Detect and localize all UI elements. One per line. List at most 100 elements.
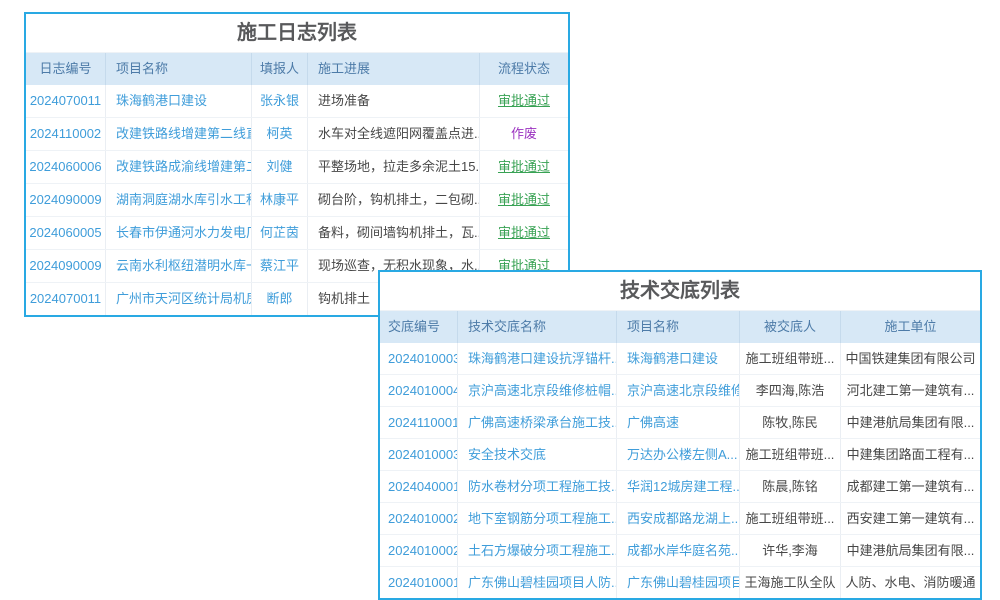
column-header: 技术交底名称: [458, 311, 617, 343]
table-cell[interactable]: 珠海鹤港口建设抗浮锚杆...: [458, 343, 617, 374]
table-row: 2024010001广东佛山碧桂园项目人防...广东佛山碧桂园项目王海施工队全队…: [380, 567, 980, 598]
table-cell[interactable]: 断郎: [252, 283, 308, 315]
table-cell[interactable]: 广东佛山碧桂园项目: [617, 567, 740, 598]
table-cell: 李四海,陈浩: [740, 375, 841, 406]
table-cell[interactable]: 防水卷材分项工程施工技...: [458, 471, 617, 502]
column-header: 项目名称: [106, 53, 252, 85]
table-row: 2024010003安全技术交底万达办公楼左侧A...施工班组带班...中建集团…: [380, 439, 980, 471]
table-cell[interactable]: 云南水利枢纽潜明水库一...: [106, 250, 252, 282]
table-title: 施工日志列表: [26, 14, 568, 53]
table-cell: 中建集团路面工程有...: [841, 439, 980, 470]
table-cell[interactable]: 成都水岸华庭名苑...: [617, 535, 740, 566]
table-cell[interactable]: 蔡江平: [252, 250, 308, 282]
column-header: 交底编号: [380, 311, 458, 343]
table-cell[interactable]: 2024070011: [26, 283, 106, 315]
table-cell[interactable]: 何芷茵: [252, 217, 308, 249]
column-header: 施工单位: [841, 311, 980, 343]
table-cell[interactable]: 珠海鹤港口建设: [106, 85, 252, 117]
status-badge: 作废: [480, 118, 568, 150]
table-cell[interactable]: 2024010001: [380, 567, 458, 598]
status-badge[interactable]: 审批通过: [480, 217, 568, 249]
table-cell: 西安建工第一建筑有...: [841, 503, 980, 534]
table-cell: 许华,李海: [740, 535, 841, 566]
table-row: 2024010002地下室钢筋分项工程施工...西安成都路龙湖上...施工班组带…: [380, 503, 980, 535]
table-cell: 进场准备: [308, 85, 480, 117]
table-cell[interactable]: 2024060005: [26, 217, 106, 249]
table-cell[interactable]: 华润12城房建工程...: [617, 471, 740, 502]
table-row: 2024110001广佛高速桥梁承台施工技...广佛高速陈牧,陈民中建港航局集团…: [380, 407, 980, 439]
table-cell: 成都建工第一建筑有...: [841, 471, 980, 502]
table-cell[interactable]: 长春市伊通河水力发电厂...: [106, 217, 252, 249]
column-header: 施工进展: [308, 53, 480, 85]
table-cell[interactable]: 广佛高速桥梁承台施工技...: [458, 407, 617, 438]
table-cell[interactable]: 2024090009: [26, 250, 106, 282]
table-cell: 人防、水电、消防暖通: [841, 567, 980, 598]
table-cell[interactable]: 珠海鹤港口建设: [617, 343, 740, 374]
table-cell[interactable]: 广东佛山碧桂园项目人防...: [458, 567, 617, 598]
table-cell[interactable]: 地下室钢筋分项工程施工...: [458, 503, 617, 534]
table-title: 技术交底列表: [380, 272, 980, 311]
table-cell[interactable]: 广州市天河区统计局机房...: [106, 283, 252, 315]
table-cell[interactable]: 2024010002: [380, 535, 458, 566]
table-cell[interactable]: 2024010003: [380, 343, 458, 374]
table-row: 2024060006改建铁路成渝线增建第二...刘健平整场地，拉走多余泥土15.…: [26, 151, 568, 184]
table-cell[interactable]: 湖南洞庭湖水库引水工程...: [106, 184, 252, 216]
table-cell: 施工班组带班...: [740, 439, 841, 470]
table-row: 2024110002改建铁路线增建第二线直...柯英水车对全线遮阳网覆盖点进..…: [26, 118, 568, 151]
column-header: 日志编号: [26, 53, 106, 85]
table-cell: 王海施工队全队: [740, 567, 841, 598]
table-cell[interactable]: 土石方爆破分项工程施工...: [458, 535, 617, 566]
table-cell: 水车对全线遮阳网覆盖点进...: [308, 118, 480, 150]
table-cell[interactable]: 2024010003: [380, 439, 458, 470]
table-header-row: 交底编号技术交底名称项目名称被交底人施工单位: [380, 311, 980, 343]
table-cell[interactable]: 2024070011: [26, 85, 106, 117]
table-row: 2024010004京沪高速北京段维修桩帽...京沪高速北京段维修李四海,陈浩河…: [380, 375, 980, 407]
table-cell[interactable]: 2024010004: [380, 375, 458, 406]
table-cell[interactable]: 2024110001: [380, 407, 458, 438]
table-row: 2024060005长春市伊通河水力发电厂...何芷茵备料，砌间墙钩机排土，瓦.…: [26, 217, 568, 250]
column-header: 流程状态: [480, 53, 568, 85]
table-cell[interactable]: 广佛高速: [617, 407, 740, 438]
table-header-row: 日志编号项目名称填报人施工进展流程状态: [26, 53, 568, 85]
table-cell[interactable]: 2024110002: [26, 118, 106, 150]
table-row: 2024010003珠海鹤港口建设抗浮锚杆...珠海鹤港口建设施工班组带班...…: [380, 343, 980, 375]
table-cell[interactable]: 万达办公楼左侧A...: [617, 439, 740, 470]
table-cell[interactable]: 2024040001: [380, 471, 458, 502]
table-cell[interactable]: 改建铁路线增建第二线直...: [106, 118, 252, 150]
table-cell: 施工班组带班...: [740, 343, 841, 374]
table-cell[interactable]: 刘健: [252, 151, 308, 183]
table-cell: 备料，砌间墙钩机排土，瓦...: [308, 217, 480, 249]
column-header: 填报人: [252, 53, 308, 85]
table-cell[interactable]: 柯英: [252, 118, 308, 150]
table-cell: 陈晨,陈铭: [740, 471, 841, 502]
table-cell[interactable]: 张永银: [252, 85, 308, 117]
table-cell: 陈牧,陈民: [740, 407, 841, 438]
table-cell[interactable]: 西安成都路龙湖上...: [617, 503, 740, 534]
status-badge[interactable]: 审批通过: [480, 151, 568, 183]
table-row: 2024010002土石方爆破分项工程施工...成都水岸华庭名苑...许华,李海…: [380, 535, 980, 567]
status-badge[interactable]: 审批通过: [480, 85, 568, 117]
table-cell[interactable]: 2024010002: [380, 503, 458, 534]
table-cell[interactable]: 林康平: [252, 184, 308, 216]
column-header: 项目名称: [617, 311, 740, 343]
table-cell: 平整场地，拉走多余泥土15...: [308, 151, 480, 183]
table-row: 2024070011珠海鹤港口建设张永银进场准备审批通过: [26, 85, 568, 118]
table-cell[interactable]: 京沪高速北京段维修: [617, 375, 740, 406]
table-cell: 中建港航局集团有限...: [841, 407, 980, 438]
table-cell: 中国铁建集团有限公司: [841, 343, 980, 374]
table-cell[interactable]: 安全技术交底: [458, 439, 617, 470]
table-cell: 河北建工第一建筑有...: [841, 375, 980, 406]
table-cell: 砌台阶，钩机排土，二包砌...: [308, 184, 480, 216]
table-cell[interactable]: 改建铁路成渝线增建第二...: [106, 151, 252, 183]
table-body: 2024010003珠海鹤港口建设抗浮锚杆...珠海鹤港口建设施工班组带班...…: [380, 343, 980, 598]
table-cell[interactable]: 2024060006: [26, 151, 106, 183]
table-row: 2024040001防水卷材分项工程施工技...华润12城房建工程...陈晨,陈…: [380, 471, 980, 503]
column-header: 被交底人: [740, 311, 841, 343]
table-cell[interactable]: 2024090009: [26, 184, 106, 216]
table-cell: 中建港航局集团有限...: [841, 535, 980, 566]
tech-disclosure-table: 技术交底列表 交底编号技术交底名称项目名称被交底人施工单位 2024010003…: [378, 270, 982, 600]
table-cell[interactable]: 京沪高速北京段维修桩帽...: [458, 375, 617, 406]
status-badge[interactable]: 审批通过: [480, 184, 568, 216]
table-cell: 施工班组带班...: [740, 503, 841, 534]
table-row: 2024090009湖南洞庭湖水库引水工程...林康平砌台阶，钩机排土，二包砌.…: [26, 184, 568, 217]
